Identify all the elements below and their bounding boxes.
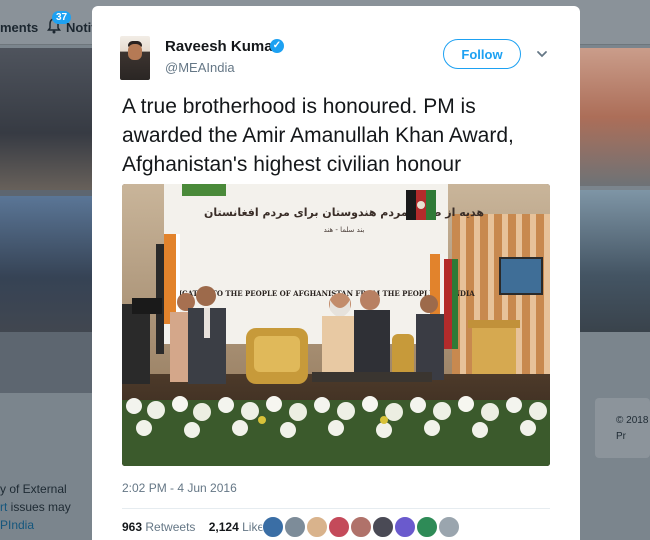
background-photo-left-bottom xyxy=(0,196,92,332)
liker-avatar[interactable] xyxy=(306,516,328,538)
tweet-modal: Raveesh Kumar ✓ @MEAIndia Follow A true … xyxy=(92,6,580,540)
liker-avatar[interactable] xyxy=(350,516,372,538)
left-text-line3-link[interactable]: PIndia xyxy=(0,516,92,534)
background-photo-right-top xyxy=(580,48,650,186)
tweet-timestamp[interactable]: 2:02 PM - 4 Jun 2016 xyxy=(122,481,237,495)
liker-avatar[interactable] xyxy=(438,516,460,538)
copyright-text: © 2018 xyxy=(616,415,649,426)
tweet-photo[interactable]: هدیه از طرف مردم هندوستان برای مردم افغا… xyxy=(122,184,550,466)
author-name[interactable]: Raveesh Kumar xyxy=(165,38,278,55)
screen-display xyxy=(499,257,543,295)
stats-divider xyxy=(122,508,550,509)
liker-avatar[interactable] xyxy=(416,516,438,538)
likes-count[interactable]: 2,124 xyxy=(209,520,239,534)
liker-avatar[interactable] xyxy=(394,516,416,538)
tweet-stats: 963 Retweets 2,124 Likes xyxy=(122,520,270,534)
nav-moments-label[interactable]: ments xyxy=(0,20,38,35)
ceremony-photo-illustration: هدیه از طرف مردم هندوستان برای مردم افغا… xyxy=(122,184,550,466)
right-footer-text: © 2018 Pr xyxy=(616,413,648,445)
left-sidebar-text: y of External rt issues may PIndia xyxy=(0,480,92,534)
flower-arrangement xyxy=(122,396,550,466)
retweets-label[interactable]: Retweets xyxy=(145,520,195,534)
left-text-line1: y of External xyxy=(0,482,67,496)
liker-avatar[interactable] xyxy=(262,516,284,538)
banner-farsi-sub: بند سلما - هند xyxy=(324,226,365,234)
chevron-down-icon[interactable] xyxy=(536,48,548,60)
liker-avatar[interactable] xyxy=(284,516,306,538)
retweets-count[interactable]: 963 xyxy=(122,520,142,534)
avatar[interactable] xyxy=(120,36,150,80)
banner-farsi-title: هدیه از طرف مردم هندوستان برای مردم افغا… xyxy=(204,206,484,219)
background-photo-left-top xyxy=(0,48,92,190)
tweet-text: A true brotherhood is honoured. PM is aw… xyxy=(122,95,514,176)
follow-button[interactable]: Follow xyxy=(443,39,521,69)
table xyxy=(312,372,432,382)
background-photo-right-bottom xyxy=(580,190,650,332)
liker-avatar[interactable] xyxy=(328,516,350,538)
author-handle[interactable]: @MEAIndia xyxy=(165,60,235,75)
verified-badge-icon: ✓ xyxy=(270,39,284,53)
privacy-link[interactable]: Pr xyxy=(616,429,648,445)
avatar-face xyxy=(128,44,142,60)
afghan-flag-banner xyxy=(406,190,436,220)
liker-avatar[interactable] xyxy=(372,516,394,538)
left-text-line2: issues may xyxy=(7,500,71,514)
